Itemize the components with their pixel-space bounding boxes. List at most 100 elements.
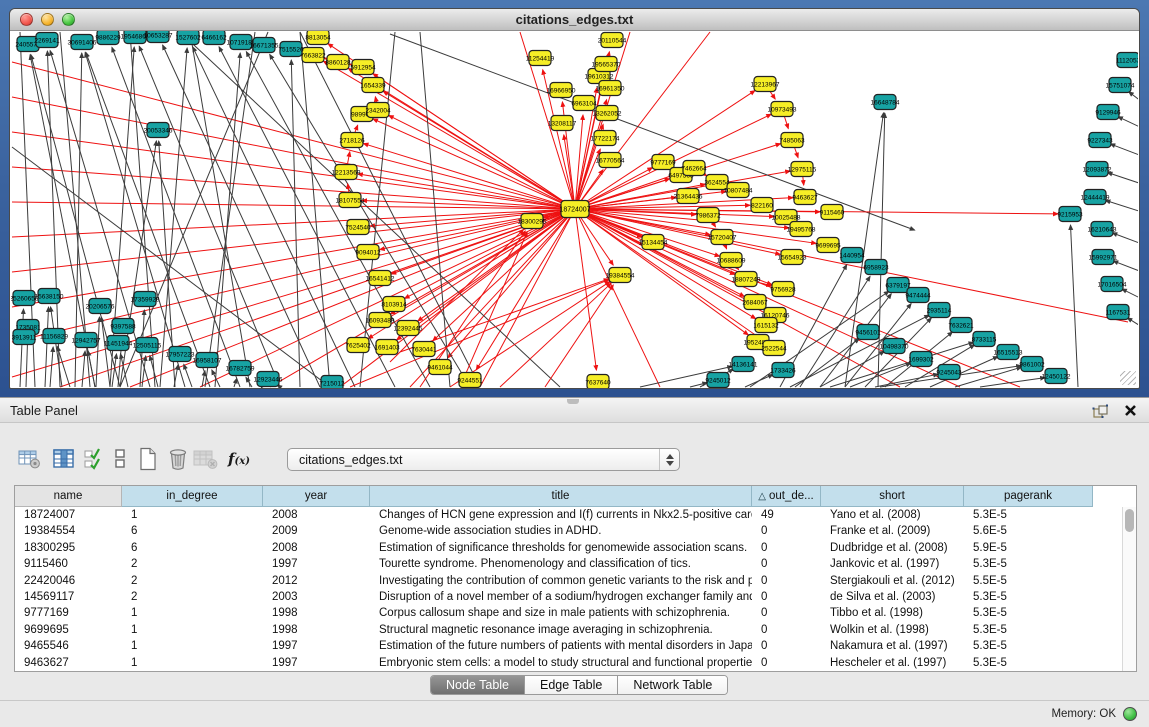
- graph-node[interactable]: 10973493: [768, 102, 797, 117]
- column-header-name[interactable]: name: [15, 486, 122, 507]
- network-window-titlebar[interactable]: citations_edges.txt: [10, 9, 1139, 31]
- graph-node[interactable]: 30691406: [68, 35, 97, 50]
- graph-node[interactable]: 10807484: [724, 183, 753, 198]
- graph-node[interactable]: 13208117: [548, 116, 577, 131]
- graph-edge[interactable]: [980, 378, 1045, 387]
- graph-node[interactable]: 9094012: [355, 245, 381, 260]
- graph-node[interactable]: 7515526: [278, 42, 304, 57]
- graph-node[interactable]: 7986372: [695, 208, 721, 223]
- graph-node[interactable]: 8860128: [325, 55, 351, 70]
- graph-node[interactable]: 15751074: [1106, 78, 1135, 93]
- graph-node[interactable]: 15638150: [35, 289, 64, 304]
- graph-edge[interactable]: [139, 46, 280, 387]
- graph-node[interactable]: 7625402: [345, 338, 371, 353]
- graph-node[interactable]: 12450122: [1042, 369, 1071, 384]
- graph-node[interactable]: 16782759: [226, 361, 255, 376]
- table-row[interactable]: 1830029562008Estimation of significance …: [15, 540, 1122, 556]
- column-header-short[interactable]: short: [821, 486, 964, 507]
- graph-edge[interactable]: [450, 282, 610, 387]
- graph-node[interactable]: 6963104: [571, 96, 597, 111]
- graph-node[interactable]: 2718126: [339, 133, 365, 148]
- function-icon[interactable]: f(x): [220, 444, 258, 474]
- graph-edge[interactable]: [795, 339, 859, 387]
- graph-node[interactable]: 3913911: [12, 330, 37, 345]
- graph-edge[interactable]: [101, 317, 110, 387]
- graph-edge[interactable]: [405, 209, 575, 298]
- graph-edge[interactable]: [300, 32, 330, 387]
- graph-edge[interactable]: [184, 364, 192, 387]
- graph-edge[interactable]: [433, 209, 575, 341]
- graph-node[interactable]: 1167531: [1106, 305, 1131, 320]
- graph-edge[interactable]: [575, 209, 960, 387]
- graph-node[interactable]: 2342004: [365, 103, 391, 118]
- graph-node[interactable]: 12392445: [394, 321, 423, 336]
- graph-node[interactable]: 20053346: [144, 123, 173, 138]
- graph-node[interactable]: 8733115: [972, 332, 997, 347]
- column-header-year[interactable]: year: [263, 486, 370, 507]
- table-settings-icon[interactable]: [14, 444, 46, 474]
- column-header-out_degree[interactable]: △out_de...: [752, 486, 821, 507]
- graph-node[interactable]: 6958923: [863, 260, 889, 275]
- graph-node[interactable]: 10498370: [880, 339, 909, 354]
- graph-node[interactable]: 18724007: [559, 201, 590, 218]
- graph-node[interactable]: 13262052: [593, 106, 622, 121]
- graph-node[interactable]: 12213569: [332, 165, 361, 180]
- table-column-icon[interactable]: [48, 444, 80, 474]
- graph-node[interactable]: 16541412: [366, 271, 395, 286]
- network-canvas[interactable]: 1830029512213569271812698990323420041654…: [11, 31, 1138, 387]
- graph-edge[interactable]: [50, 347, 53, 387]
- graph-edge[interactable]: [1105, 200, 1138, 212]
- graph-edge[interactable]: [1122, 289, 1138, 299]
- graph-node[interactable]: 7524540: [345, 220, 371, 235]
- graph-node[interactable]: 9245043: [936, 365, 962, 380]
- new-file-icon[interactable]: [132, 444, 164, 474]
- table-row[interactable]: 1456911722003Disruption of a novel membe…: [15, 589, 1122, 605]
- graph-edge[interactable]: [1127, 318, 1138, 327]
- graph-node[interactable]: 1112053: [1116, 53, 1138, 68]
- graph-node[interactable]: 11254419: [526, 51, 555, 66]
- delete-table-icon[interactable]: [190, 444, 222, 474]
- graph-node[interactable]: 16961350: [596, 81, 625, 96]
- graph-node[interactable]: 1654339: [360, 78, 386, 93]
- graph-node[interactable]: 19384554: [606, 268, 635, 283]
- graph-node[interactable]: 12923446: [254, 372, 283, 387]
- graph-node[interactable]: 16648784: [871, 95, 900, 110]
- graph-edge[interactable]: [234, 378, 237, 387]
- graph-node[interactable]: 10688609: [717, 253, 746, 268]
- graph-node[interactable]: 9461044: [427, 360, 453, 375]
- graph-node[interactable]: 16671355: [250, 38, 279, 53]
- graph-node[interactable]: 1733426: [770, 363, 796, 378]
- graph-edge[interactable]: [745, 374, 773, 387]
- graph-node[interactable]: 9474444: [905, 288, 931, 303]
- table-row[interactable]: 969969511998Structural magnetic resonanc…: [15, 622, 1122, 638]
- graph-node[interactable]: 19565370: [592, 57, 621, 72]
- graph-node[interactable]: 19495768: [787, 222, 816, 237]
- graph-edge[interactable]: [12, 209, 575, 377]
- graph-edge[interactable]: [476, 209, 575, 370]
- graph-node[interactable]: 16770564: [596, 153, 625, 168]
- graph-node[interactable]: 20110544: [598, 33, 627, 48]
- graph-edge[interactable]: [389, 115, 575, 209]
- table-row[interactable]: 946362711997Embryonic stem cells: a mode…: [15, 655, 1122, 671]
- graph-edge[interactable]: [820, 351, 884, 387]
- graph-node[interactable]: 9886229: [95, 31, 121, 45]
- graph-node[interactable]: 15134454: [639, 235, 668, 250]
- graph-node[interactable]: 8103914: [381, 297, 407, 312]
- graph-node[interactable]: 9115460: [820, 205, 845, 220]
- graph-edge[interactable]: [350, 280, 609, 387]
- graph-node[interactable]: 7630441: [411, 342, 437, 357]
- graph-node[interactable]: 7485063: [779, 133, 805, 148]
- graph-node[interactable]: 9245012: [705, 373, 731, 388]
- graph-node[interactable]: 5912954: [350, 60, 376, 75]
- tab-network-table[interactable]: Network Table: [618, 676, 727, 694]
- table-row[interactable]: 1872400712008Changes of HCN gene express…: [15, 507, 1122, 523]
- graph-node[interactable]: 7462664: [681, 161, 707, 176]
- graph-node[interactable]: 12093872: [1083, 162, 1112, 177]
- graph-node[interactable]: 10653287: [144, 31, 173, 43]
- graph-edge[interactable]: [51, 307, 62, 387]
- graph-edge[interactable]: [45, 307, 49, 387]
- resize-grip[interactable]: [1120, 371, 1136, 385]
- graph-node[interactable]: 9463627: [792, 190, 818, 205]
- graph-node[interactable]: 2269141: [34, 33, 60, 48]
- graph-node[interactable]: 11156829: [40, 329, 68, 344]
